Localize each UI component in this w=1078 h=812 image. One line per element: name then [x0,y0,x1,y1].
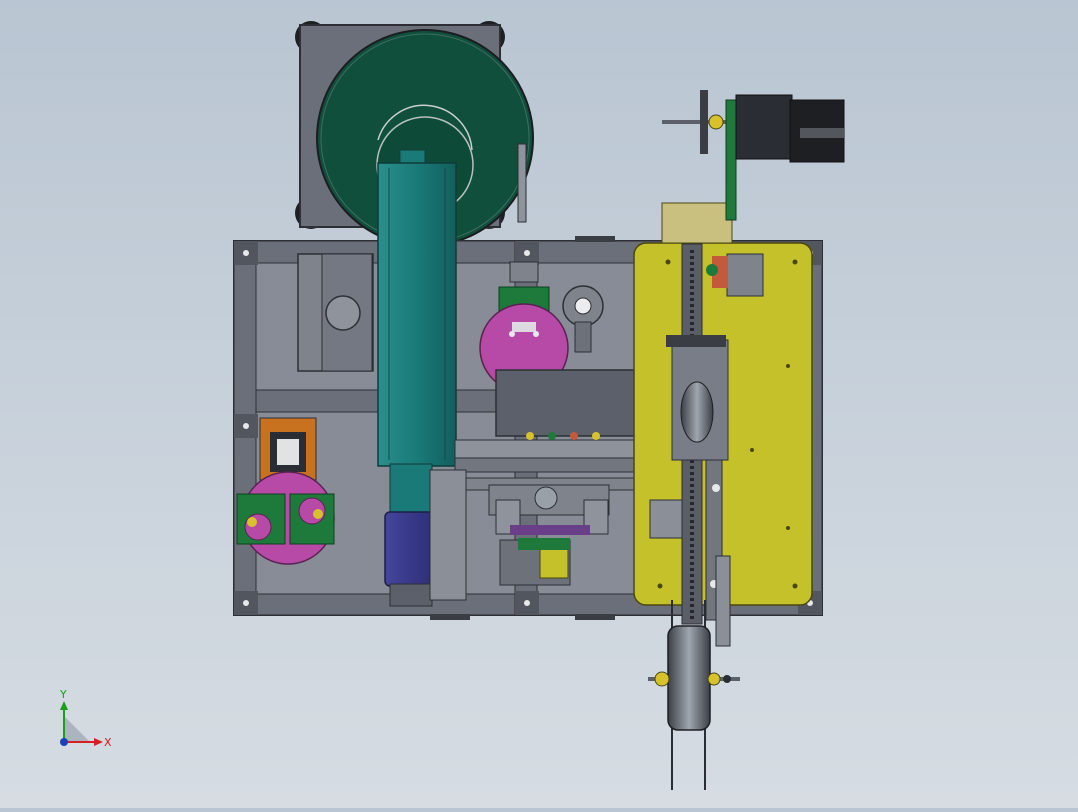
y-axis-label: Y [59,688,67,701]
plate-hole [786,364,790,368]
reel-collar [707,672,721,686]
plate-hole [792,259,798,265]
drive-clamp [666,335,726,347]
triad-plane [64,716,90,742]
frame-foot [575,236,615,242]
plate-top-bracket [661,202,733,244]
plate-hole [792,583,798,589]
z-axis-origin [60,738,68,746]
bolt [243,423,249,429]
plate-hole [665,259,671,265]
idler-wheel [706,264,718,276]
bolt [533,331,539,337]
fitting [548,432,556,440]
rotary-bracket [574,321,592,353]
green-plate [518,538,570,550]
fitting [313,509,323,519]
x-axis-head [94,738,103,746]
column-rod [389,463,433,520]
shaft-collar [708,114,724,130]
drive-pulley [680,381,714,443]
bolt [509,331,515,337]
sensor-window [277,439,299,465]
plate-hole [786,526,790,530]
hopper-chute [517,143,527,223]
plate-hole [657,583,663,589]
motor-bracket [725,99,737,221]
y-axis-head [60,701,68,710]
fitting [247,517,257,527]
reel-nut [723,675,731,683]
frame-foot [575,614,615,620]
bolt [712,484,720,492]
frame-foot [430,614,470,620]
bolt [524,250,530,256]
stepper-motor[interactable] [662,90,845,221]
clamp-block [509,261,539,283]
fitting [526,432,534,440]
disc-slot [512,322,536,332]
motor-flange [700,90,708,154]
plate-motor-mount [726,253,764,297]
lower-cylinder [534,486,558,510]
cylinder-block[interactable] [297,253,374,372]
motor-band [800,128,844,138]
column-motor [384,511,438,587]
cylinder-bore [325,295,361,331]
fitting [570,432,578,440]
rotary-hub [574,297,592,315]
fitting [592,432,600,440]
column-cap [399,149,426,165]
purple-link [510,525,590,535]
bolt [243,250,249,256]
cad-viewport[interactable]: Y X [0,0,1078,808]
reel-collar [654,671,670,687]
assembly-drawing: Y X [59,21,845,790]
coordinate-triad: Y X [59,688,112,749]
lower-side-block [429,469,467,601]
yellow-clamp [539,547,569,579]
bolt [243,600,249,606]
lower-arm [715,555,731,647]
column-base [389,583,433,607]
x-axis-label: X [104,736,112,749]
motor-body [735,94,793,160]
column-body [377,162,457,467]
plate-hole [750,448,754,452]
reel-drum [667,625,711,731]
cam-lobe [244,513,272,541]
bolt [524,600,530,606]
